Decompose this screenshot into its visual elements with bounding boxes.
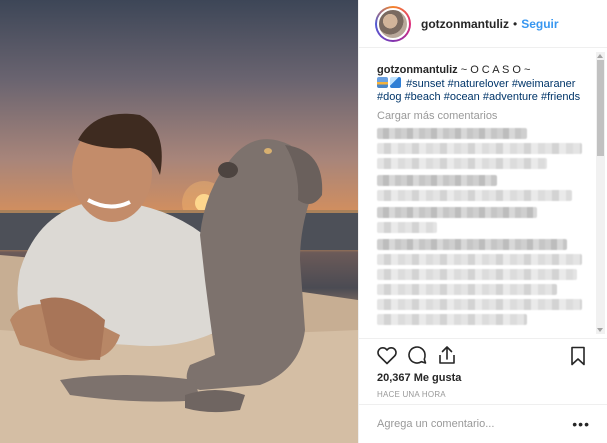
heart-icon[interactable]	[375, 343, 399, 367]
hashtag-link[interactable]: #adventure	[483, 91, 538, 103]
post-actions	[359, 338, 607, 371]
comment-item	[377, 128, 590, 169]
hashtag-link[interactable]: #sunset	[406, 78, 445, 90]
caption-username[interactable]: gotzonmantuliz	[377, 64, 458, 76]
avatar[interactable]	[375, 5, 411, 42]
sunset-emoji-icon	[377, 77, 388, 88]
comments-section: gotzonmantuliz ~ O C A S O ~ #sunset #na…	[359, 48, 607, 338]
scroll-down-icon[interactable]	[597, 328, 603, 332]
hashtag-link[interactable]: #beach	[405, 91, 441, 103]
post-header: gotzonmantuliz • Seguir	[359, 0, 607, 48]
comment-icon[interactable]	[405, 343, 429, 367]
add-comment-bar: Agrega un comentario... •••	[359, 404, 607, 443]
comment-input[interactable]: Agrega un comentario...	[377, 418, 572, 430]
post-timestamp[interactable]: HACE UNA HORA	[377, 390, 446, 399]
follow-button[interactable]: Seguir	[521, 17, 558, 31]
hashtag-link[interactable]: #ocean	[444, 91, 480, 103]
hashtag-link[interactable]: #dog	[377, 91, 401, 103]
likes-count[interactable]: 20,367 Me gusta	[377, 372, 461, 384]
more-options-icon[interactable]: •••	[572, 416, 590, 432]
hashtag-link[interactable]: #weimaraner	[512, 78, 576, 90]
post-photo[interactable]	[0, 0, 358, 443]
header-separator: •	[512, 16, 518, 31]
scrollbar-thumb[interactable]	[597, 60, 604, 156]
load-more-comments-button[interactable]: Cargar más comentarios	[377, 110, 590, 122]
hashtag-link[interactable]: #naturelover	[448, 78, 509, 90]
comment-item	[377, 239, 590, 325]
comments-scrollbar[interactable]	[596, 52, 605, 334]
bookmark-icon[interactable]	[566, 344, 590, 368]
caption: gotzonmantuliz ~ O C A S O ~ #sunset #na…	[377, 64, 590, 104]
caption-text: ~ O C A S O ~	[460, 64, 531, 76]
wave-emoji-icon	[390, 77, 401, 88]
post-details-panel: gotzonmantuliz • Seguir gotzonmantuliz ~…	[358, 0, 607, 443]
header-username[interactable]: gotzonmantuliz	[421, 17, 509, 31]
avatar-image	[377, 7, 409, 40]
share-icon[interactable]	[435, 343, 459, 367]
comment-item	[377, 207, 590, 233]
hashtag-link[interactable]: #friends	[541, 91, 580, 103]
comment-item	[377, 175, 590, 201]
scroll-up-icon[interactable]	[597, 54, 603, 58]
photo-scene	[0, 113, 358, 443]
